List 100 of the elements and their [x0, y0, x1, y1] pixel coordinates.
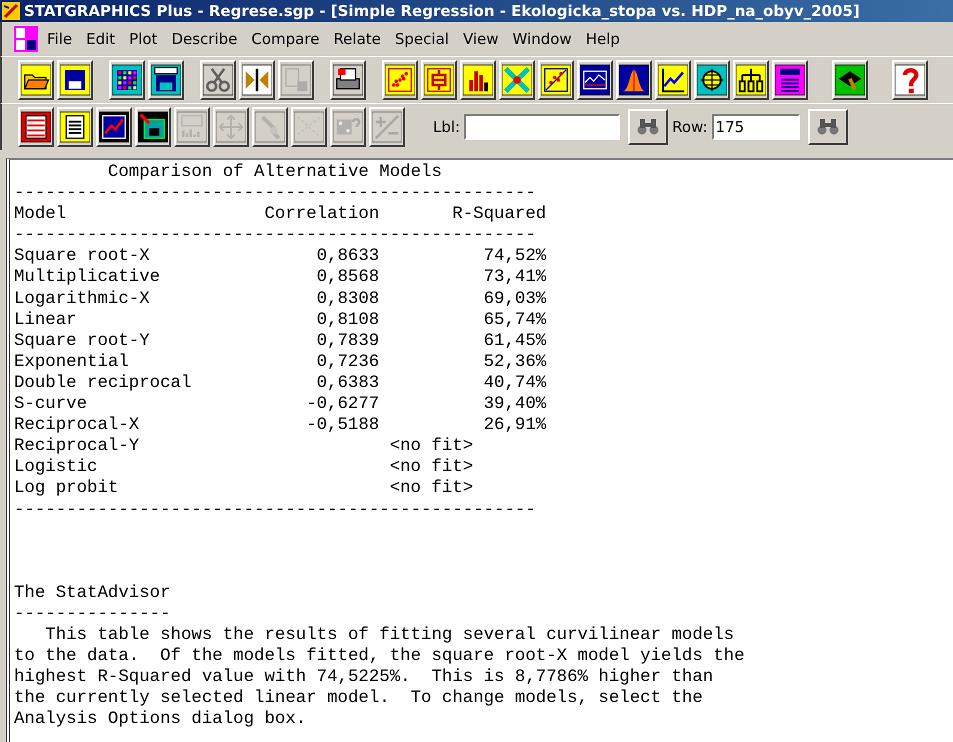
bar-chart-icon	[463, 63, 493, 97]
table-cell-text: 0,8568	[316, 267, 380, 289]
table-cell-text: 39,40%	[482, 394, 546, 416]
plus-minus-icon	[372, 110, 402, 144]
table-cell-text: Square root-Y	[14, 330, 151, 352]
toolbar-button[interactable]	[239, 60, 275, 100]
advisor-paragraph: This table shows the results of fitting several curvilinear models to the data. Of the models fitted, the square root-X model yields the highest R-Squared value with 74,5225%. This is 8,7786% higher than the currently selected linear model. To change models, select the Analysis Options dialog box.	[14, 624, 745, 730]
table-rule: --------------------------------------------------	[14, 183, 536, 204]
window-title: STATGRAPHICS Plus - Regrese.sgp - [Simple Regression - Ekologicka_stopa vs. HDP_na_obyv_2005]	[24, 2, 860, 20]
toolbar-button[interactable]	[135, 107, 171, 147]
menu-item[interactable]: Describe	[164, 30, 244, 48]
table-cell-text: 0,7236	[316, 352, 380, 373]
advisor-title: The StatAdvisor	[14, 582, 171, 604]
menu-item[interactable]: File	[40, 30, 80, 48]
table-icon	[177, 110, 207, 144]
scissors-icon	[203, 63, 233, 97]
save-graph-icon	[138, 110, 168, 144]
menu-item[interactable]: Plot	[122, 30, 164, 48]
toolbar-button[interactable]	[655, 60, 691, 100]
data-sheet-icon	[21, 110, 51, 144]
toolbar-button[interactable]	[18, 107, 54, 147]
clipboard-icon	[281, 63, 311, 97]
toolbar-button[interactable]	[57, 107, 93, 147]
toolbar-button[interactable]	[330, 60, 366, 100]
move-icon	[216, 110, 246, 144]
menu-item[interactable]: Relate	[326, 30, 388, 48]
toolbar-button[interactable]	[57, 60, 93, 100]
find-button[interactable]	[628, 109, 668, 145]
toolbar-button[interactable]	[148, 60, 184, 100]
column-header: Correlation	[264, 204, 380, 226]
binoculars-icon	[637, 118, 660, 136]
toolbar-button[interactable]	[538, 60, 574, 100]
graduation-cap-icon	[835, 63, 865, 97]
menu-item[interactable]: Edit	[79, 30, 122, 48]
toolbar-button[interactable]	[18, 60, 54, 100]
binoculars-icon	[816, 118, 839, 136]
toolbar-button[interactable]	[382, 60, 418, 100]
app-logo-icon	[2, 2, 20, 20]
box-plot-icon	[424, 63, 454, 97]
table-cell-text: S-curve	[14, 394, 88, 416]
globe-icon	[697, 63, 727, 97]
toolbar-button[interactable]	[892, 60, 928, 100]
toolbar-button[interactable]	[499, 60, 535, 100]
table-cell-text: 26,91%	[482, 415, 546, 436]
table-cell-text: 74,52%	[482, 246, 546, 268]
menu-item[interactable]: Help	[578, 30, 627, 48]
toolbar-button[interactable]	[96, 107, 132, 147]
line-chart-icon	[580, 63, 610, 97]
table-cell-text: -0,5188	[305, 415, 380, 436]
table-cell-text: 40,74%	[482, 372, 546, 394]
toolbar-button[interactable]	[200, 60, 236, 100]
menu-item[interactable]: View	[456, 30, 506, 48]
brush-icon	[255, 110, 285, 144]
scatter-plot-icon	[385, 63, 415, 97]
row-field[interactable]: 175	[712, 114, 800, 140]
table-cell-text: 52,36%	[482, 352, 546, 373]
chart-window-icon	[99, 110, 129, 144]
toolbar-button[interactable]	[694, 60, 730, 100]
table-cell-text: 0,8308	[316, 288, 380, 310]
scatter-plot-icon	[541, 63, 571, 97]
table-cell-text: 73,41%	[482, 267, 546, 289]
row-field-label: Row:	[672, 118, 708, 136]
menu-item[interactable]: Compare	[244, 30, 326, 48]
scatter-plot-icon	[294, 110, 324, 144]
toolbar-button[interactable]	[460, 60, 496, 100]
label-field[interactable]	[464, 114, 620, 140]
table-cell-text: Double reciprocal	[14, 372, 192, 394]
trend-chart-icon	[658, 63, 688, 97]
table-cell-text: Logarithmic-X	[14, 288, 151, 310]
grid-icon	[112, 63, 142, 97]
column-header: Model	[14, 204, 68, 226]
table-cell-text: -0,6277	[305, 394, 380, 416]
printer-icon	[333, 63, 363, 97]
label-field-label: Lbl:	[433, 118, 460, 136]
toolbar-button[interactable]	[109, 60, 145, 100]
toolbar-button[interactable]	[577, 60, 613, 100]
find-button[interactable]	[808, 109, 848, 145]
table-cell-text: Reciprocal-X	[14, 415, 140, 436]
table-cell-text: 0,8633	[316, 246, 380, 268]
table-cell-text: 69,03%	[482, 288, 546, 310]
menu-item[interactable]: Special	[388, 30, 456, 48]
advisor-rule: ---------------	[14, 604, 171, 625]
toolbar-button[interactable]	[832, 60, 868, 100]
table-cell-text: Log probit	[14, 478, 120, 500]
table-cell: <no fit>	[390, 436, 474, 458]
table-cell: <no fit>	[390, 457, 474, 478]
report-title: Comparison of Alternative Models	[106, 162, 442, 184]
toolbar-button[interactable]	[421, 60, 457, 100]
dice-icon	[333, 110, 363, 144]
table-cell-text: Square root-X	[14, 246, 151, 268]
table-cell-text: 0,6383	[316, 372, 380, 394]
table-cell: <no fit>	[390, 478, 474, 500]
menu-item[interactable]: Window	[506, 30, 579, 48]
toolbar-button[interactable]	[616, 60, 652, 100]
toolbar-button[interactable]	[772, 60, 808, 100]
table-cell-text: Exponential	[14, 352, 130, 373]
toolbar-button[interactable]	[733, 60, 769, 100]
help-icon	[895, 63, 925, 97]
table-cell-text: Logistic	[14, 457, 98, 478]
tree-diagram-icon	[736, 63, 766, 97]
